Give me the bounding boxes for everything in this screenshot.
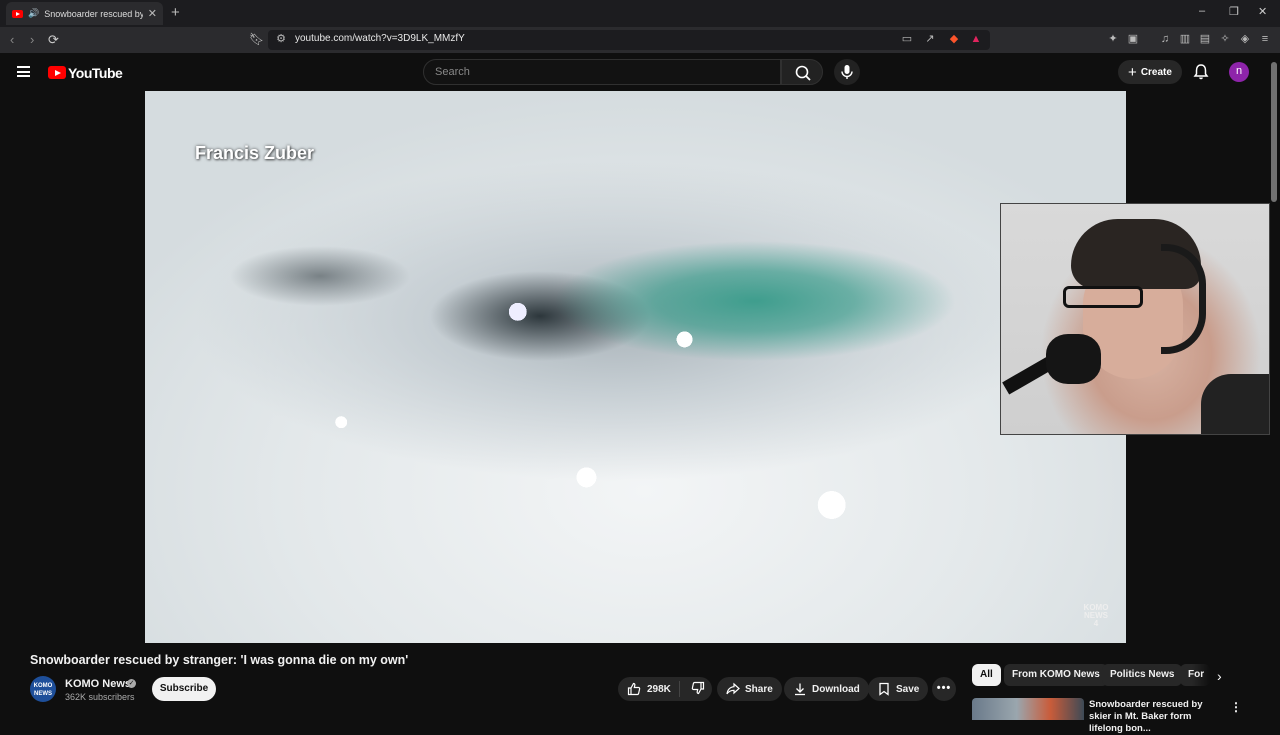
more-actions-button[interactable]: ••• (932, 677, 956, 701)
restore-icon[interactable]: ❐ (1229, 5, 1239, 18)
search-box[interactable] (423, 59, 781, 85)
wallet-icon[interactable]: ▤ (1199, 33, 1211, 45)
chip-for[interactable]: For (1180, 664, 1210, 686)
plus-icon: + (1128, 63, 1137, 81)
tab-title: Snowboarder rescued by stra (44, 8, 143, 19)
brave-shield-icon[interactable]: ◆ (948, 33, 960, 45)
share-button[interactable]: Share (717, 677, 782, 701)
video-caption: Francis Zuber (195, 143, 315, 163)
channel-name[interactable]: KOMO News (65, 678, 131, 690)
leo-ai-icon[interactable]: ✧ (1219, 33, 1231, 45)
subscribe-button[interactable]: Subscribe (152, 677, 216, 701)
brave-rewards-icon[interactable]: ▲ (970, 33, 982, 45)
related-video-thumbnail[interactable] (972, 698, 1084, 720)
close-window-icon[interactable]: ✕ (1258, 5, 1267, 18)
speaker-icon[interactable]: 🔊 (28, 8, 39, 19)
create-button[interactable]: + Create (1118, 60, 1182, 84)
save-label: Save (896, 683, 920, 695)
new-tab-icon[interactable]: + (171, 4, 180, 21)
more-horizontal-icon: ••• (936, 682, 952, 694)
youtube-logo-icon[interactable] (48, 66, 66, 79)
download-button[interactable]: Download (784, 677, 869, 701)
like-dislike-group: 298K (618, 677, 712, 701)
video-frame-snow (145, 91, 1126, 643)
dislike-button[interactable] (685, 681, 705, 698)
video-player[interactable]: Francis Zuber (145, 91, 1126, 643)
site-info-icon[interactable]: ⚙ (275, 33, 287, 45)
verified-badge-icon: ✓ (127, 679, 136, 688)
notifications-bell-icon[interactable] (1192, 63, 1210, 81)
youtube-favicon-icon (12, 9, 23, 18)
hamburger-menu-icon[interactable] (17, 66, 30, 77)
save-button[interactable]: Save (868, 677, 929, 701)
vpn-icon[interactable]: ◈ (1239, 33, 1251, 45)
browser-address-bar: ‹ › ⟳ 🔖︎ (0, 27, 1280, 53)
page-scrollbar[interactable] (1271, 62, 1277, 202)
minimize-icon[interactable]: – (1199, 5, 1205, 17)
like-count: 298K (647, 683, 671, 695)
webcam-overlay (1000, 203, 1270, 435)
forward-icon[interactable]: › (30, 32, 34, 47)
account-avatar[interactable]: n (1229, 62, 1249, 82)
menu-icon[interactable]: ≡ (1259, 33, 1271, 45)
microphone-icon (841, 65, 853, 79)
share-page-icon[interactable]: ↗ (924, 33, 936, 45)
subscriber-count: 362K subscribers (65, 692, 135, 702)
microphone-shape (1046, 334, 1101, 384)
extensions-icon[interactable]: ✦ (1107, 33, 1119, 45)
download-label: Download (812, 683, 860, 695)
search-button[interactable] (781, 59, 823, 85)
glasses-shape (1063, 286, 1143, 308)
video-title: Snowboarder rescued by stranger: 'I was … (30, 653, 409, 667)
related-video-menu-icon[interactable]: ⋮ (1230, 700, 1242, 714)
reload-icon[interactable]: ⟳ (48, 32, 59, 48)
chip-all[interactable]: All (972, 664, 1001, 686)
screenshot-icon[interactable]: ▣ (1127, 33, 1139, 45)
browser-tab[interactable]: 🔊 Snowboarder rescued by stra ✕ (6, 2, 163, 25)
chip-from-komo-news[interactable]: From KOMO News (1004, 664, 1108, 686)
create-label: Create (1140, 66, 1172, 78)
back-icon[interactable]: ‹ (10, 32, 14, 47)
search-input[interactable] (435, 66, 755, 78)
chair-shape (1201, 374, 1269, 434)
share-label: Share (745, 683, 773, 695)
sidebar-toggle-icon[interactable]: ▥ (1179, 33, 1191, 45)
search-icon (795, 65, 811, 81)
media-icon[interactable]: ♫ (1159, 33, 1171, 45)
cast-icon[interactable]: ▭ (901, 33, 913, 45)
close-tab-icon[interactable]: ✕ (148, 7, 157, 20)
url-text[interactable]: youtube.com/watch?v=3D9LK_MMzfY (295, 33, 465, 44)
browser-tab-bar: 🔊 Snowboarder rescued by stra ✕ + – ❐ ✕ (0, 0, 1280, 27)
komo-watermark: KOMO NEWS 4 (1083, 603, 1109, 628)
channel-avatar[interactable]: KOMO NEWS (30, 676, 56, 702)
thumbs-up-icon (627, 682, 641, 696)
share-icon (726, 682, 740, 695)
youtube-header: YouTube + Create n (0, 53, 1280, 91)
like-button[interactable]: 298K (618, 681, 680, 697)
chip-politics-news[interactable]: Politics News (1102, 664, 1183, 686)
youtube-logo-text[interactable]: YouTube (68, 65, 123, 81)
thumbs-down-icon (691, 681, 705, 694)
related-video-title[interactable]: Snowboarder rescued by skier in Mt. Bake… (1089, 699, 1219, 735)
chips-next-icon[interactable]: › (1217, 668, 1222, 684)
save-playlist-icon (879, 682, 889, 696)
bookmark-icon[interactable]: 🔖︎ (249, 32, 264, 46)
download-icon (795, 683, 805, 696)
voice-search-button[interactable] (834, 59, 860, 85)
